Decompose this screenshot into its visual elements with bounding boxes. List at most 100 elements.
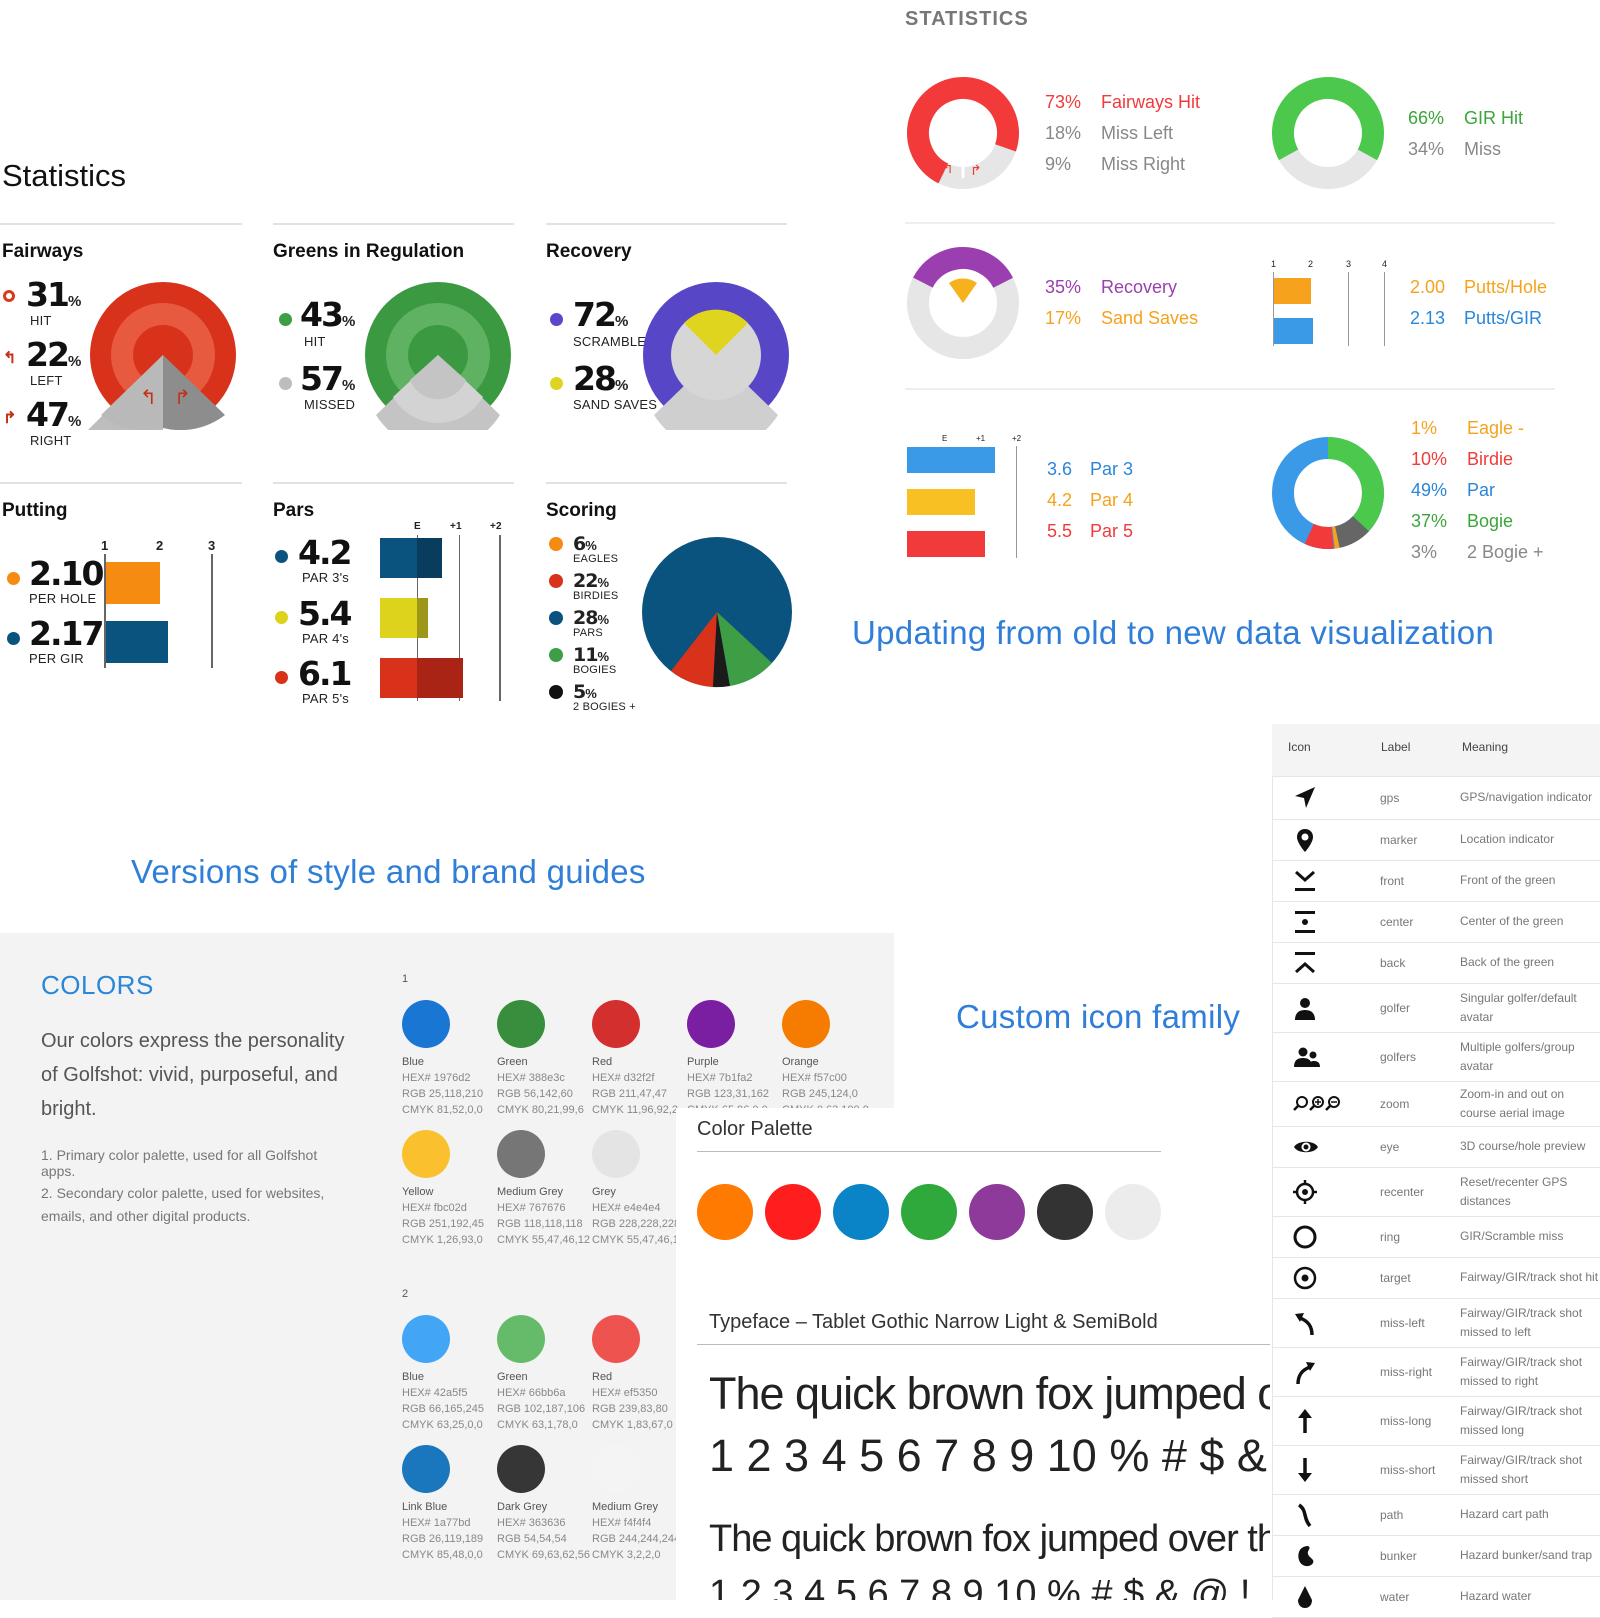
swatch-info: Yellow HEX# fbc02d RGB 251,192,45 CMYK 1,26… xyxy=(402,1186,484,1246)
fairways-hit-caption: HIT xyxy=(30,313,52,328)
fairways-hit-target-icon xyxy=(3,290,15,302)
miss-right-icon xyxy=(1292,1359,1342,1387)
new-miss-left-pct: 18% xyxy=(1045,123,1082,143)
icon-meaning: Multiple golfers/group avatar xyxy=(1460,1039,1575,1073)
new-fairways-hit-pct: 73% xyxy=(1045,92,1082,112)
icon-label: zoom xyxy=(1380,1096,1410,1111)
color-swatch xyxy=(497,1000,545,1048)
new-fairways-donut: ↰ ↱ xyxy=(907,77,1020,189)
par3-stat: 4.2 xyxy=(298,533,352,572)
swatch-info: Red HEX# d32f2f RGB 211,47,47 CMYK 11,96,92… xyxy=(592,1056,679,1116)
new-recovery-donut xyxy=(907,247,1019,359)
map-marker-icon xyxy=(1292,827,1342,855)
new-scoring-pct: 3% xyxy=(1411,542,1438,562)
color-swatch xyxy=(687,1000,735,1048)
new-fairways-hit-label: Fairways Hit xyxy=(1101,92,1201,112)
scoring-title: Scoring xyxy=(546,500,617,521)
new-par5-bar xyxy=(907,531,985,557)
colors-note-1: 1. Primary color palette, used for all G… xyxy=(41,1147,318,1179)
par5-stat: 6.1 xyxy=(298,654,352,693)
new-par4-bar xyxy=(907,489,975,515)
color-swatch xyxy=(497,1445,545,1493)
new-scoring-label: Bogie xyxy=(1467,511,1514,531)
new-putts-tick-3: 3 xyxy=(1346,259,1352,269)
type-sample-semibold: The quick brown fox jumped over the lazy… xyxy=(709,1518,1270,1560)
svg-text:↱: ↱ xyxy=(970,163,982,179)
par3-bar-over xyxy=(417,538,442,578)
gir-hit-stat: 43% xyxy=(300,295,356,334)
recovery-scramble-stat: 72% xyxy=(573,295,629,334)
palette-swatch xyxy=(1105,1184,1161,1240)
fairways-right-stat: 47% xyxy=(26,395,82,434)
new-par3-label: Par 3 xyxy=(1090,459,1134,479)
putting-per-gir-stat: 2.17 xyxy=(29,614,104,653)
icon-table-row: bunker Hazard bunker/sand trap xyxy=(1272,1535,1600,1577)
scoring-dot xyxy=(549,574,563,588)
gir-hit-dot xyxy=(279,313,292,326)
swatch-info: Red HEX# ef5350 RGB 239,83,80 CMYK 1,83,67,… xyxy=(592,1371,673,1431)
icon-label: eye xyxy=(1380,1139,1400,1154)
icon-label: recenter xyxy=(1380,1184,1425,1199)
new-statistics-title: STATISTICS xyxy=(905,8,1029,30)
new-sand-saves-pct: 17% xyxy=(1045,308,1082,328)
icon-table-row: gps GPS/navigation indicator xyxy=(1272,776,1600,820)
icon-meaning: Hazard water xyxy=(1460,1589,1532,1603)
icon-table-row: back Back of the green xyxy=(1272,942,1600,984)
scoring-caption: BOGIES xyxy=(573,664,617,676)
new-scoring-label: Par xyxy=(1467,480,1496,500)
icon-label: bunker xyxy=(1380,1548,1417,1563)
typeface-divider xyxy=(697,1344,1270,1345)
bunker-icon xyxy=(1292,1543,1342,1571)
icon-table-row: marker Location indicator xyxy=(1272,819,1600,861)
fairways-left-caption: LEFT xyxy=(30,373,63,388)
new-par4-value: 4.2 xyxy=(1047,490,1073,510)
scoring-pie-chart xyxy=(642,537,792,688)
new-recovery-label: Recovery xyxy=(1101,277,1178,297)
par5-caption: PAR 5's xyxy=(302,691,349,706)
swatch-info: Blue HEX# 1976d2 RGB 25,118,210 CMYK 81,52,… xyxy=(402,1056,484,1116)
palette-swatch xyxy=(697,1184,753,1240)
recenter-icon xyxy=(1292,1179,1342,1207)
new-putts-hole-label: Putts/Hole xyxy=(1464,277,1548,297)
icon-family-caption: Custom icon family xyxy=(956,998,1241,1035)
target-icon xyxy=(1292,1265,1342,1293)
icon-meaning: Hazard bunker/sand trap xyxy=(1460,1548,1593,1562)
swatch-info: Grey HEX# e4e4e4 RGB 228,228,228 CMYK 55,47… xyxy=(592,1186,685,1246)
color-swatch xyxy=(497,1315,545,1363)
icon-table-row: miss-left Fairway/GIR/track shot missed t… xyxy=(1272,1298,1600,1348)
new-putts-axis xyxy=(1348,272,1349,346)
pars-axis-plus2 xyxy=(499,535,501,701)
color-swatch xyxy=(782,1000,830,1048)
divider xyxy=(0,482,242,484)
updating-caption: Updating from old to new data visualizat… xyxy=(852,614,1495,651)
putting-per-hole-stat: 2.10 xyxy=(29,554,104,593)
icon-meaning: Fairway/GIR/track shot missed to left xyxy=(1460,1305,1583,1339)
icon-meaning: Location indicator xyxy=(1460,832,1555,846)
putting-per-gir-bar xyxy=(106,621,168,663)
gir-missed-stat: 57% xyxy=(300,359,356,398)
new-gir-miss-pct: 34% xyxy=(1408,139,1445,159)
new-scoring-pct: 10% xyxy=(1411,449,1448,469)
icon-table-row: path Hazard cart path xyxy=(1272,1494,1600,1536)
scoring-value: 6% xyxy=(573,533,597,555)
palette-swatch xyxy=(1037,1184,1093,1240)
icon-table-row: zoom Zoom-in and out on course aerial ima… xyxy=(1272,1081,1600,1127)
icon-table-row: recenter Reset/recenter GPS distances xyxy=(1272,1167,1600,1217)
icon-table-header xyxy=(1272,724,1600,777)
par5-bar xyxy=(380,658,417,698)
icon-meaning: Hazard cart path xyxy=(1460,1507,1549,1521)
icon-meaning: Fairway/GIR/track shot missed long xyxy=(1460,1403,1583,1437)
swatch-info: Link Blue HEX# 1a77bd RGB 26,119,189 CMYK 8… xyxy=(402,1501,484,1561)
swatch-info: Blue HEX# 42a5f5 RGB 66,165,245 CMYK 63,25,… xyxy=(402,1371,484,1431)
swatch-info: Medium Grey HEX# f4f4f4 RGB 244,244,244 CMY… xyxy=(592,1501,681,1561)
divider xyxy=(546,223,787,225)
icon-label: back xyxy=(1380,955,1406,970)
gir-target-chart xyxy=(365,282,511,430)
scoring-caption: BIRDIES xyxy=(573,590,619,602)
zoom-icon xyxy=(1292,1091,1342,1119)
new-scoring-pct: 1% xyxy=(1411,418,1438,438)
eye-icon xyxy=(1292,1134,1342,1162)
icon-table-row: golfers Multiple golfers/group avatar xyxy=(1272,1032,1600,1082)
icon-meaning: Zoom-in and out on course aerial image xyxy=(1460,1086,1565,1120)
scoring-dot xyxy=(549,648,563,662)
